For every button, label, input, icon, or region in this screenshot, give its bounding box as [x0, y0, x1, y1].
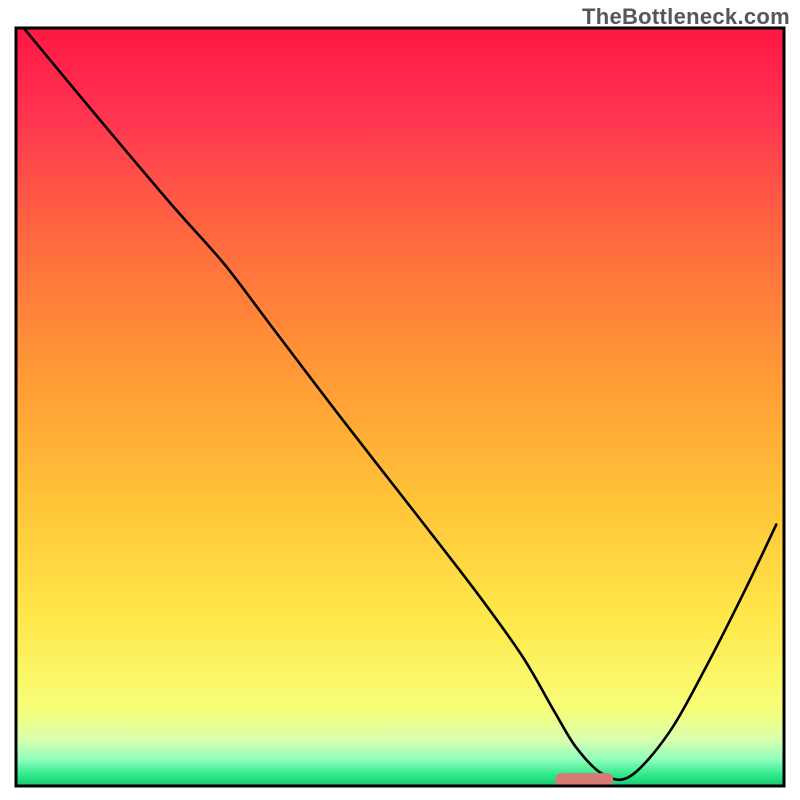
watermark-text: TheBottleneck.com: [582, 4, 790, 30]
gradient-background: [16, 28, 784, 786]
plot-area: [16, 28, 784, 787]
chart-container: TheBottleneck.com: [0, 0, 800, 800]
bottleneck-chart: [0, 0, 800, 800]
